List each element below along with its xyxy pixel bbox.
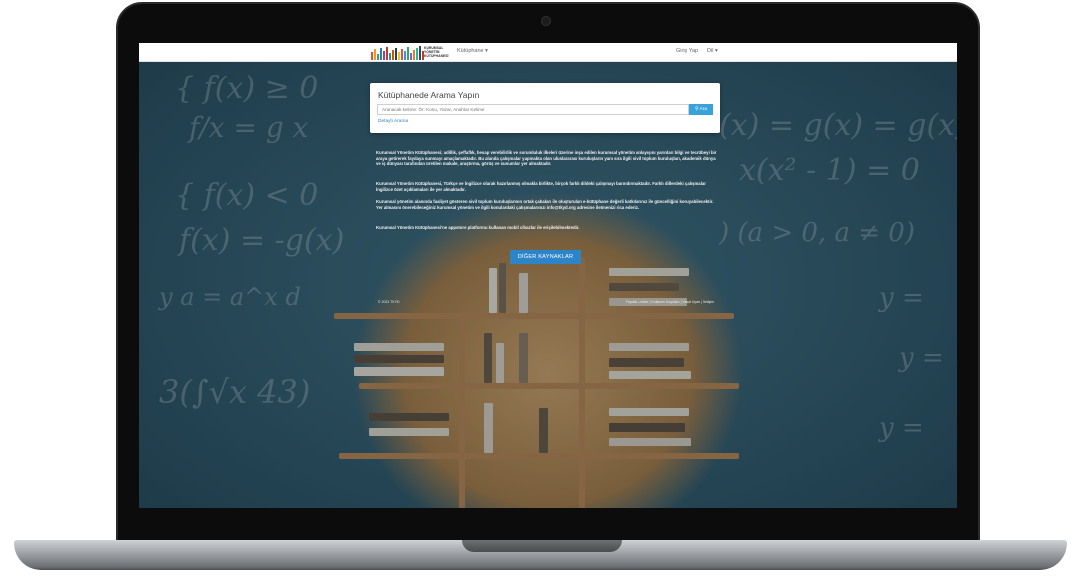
- search-button-label: Ara: [699, 107, 707, 112]
- top-navbar: KURUMSAL YÖNETİM KÜTÜPHANESİ Kütüphane ▾…: [139, 43, 957, 62]
- search-button[interactable]: ⚲ Ara: [689, 104, 713, 115]
- logo-text: KURUMSAL YÖNETİM KÜTÜPHANESİ: [424, 46, 449, 58]
- footer-links[interactable]: Faydalı Linkler | Kullanım Koşulları | Y…: [626, 300, 714, 304]
- search-card: Kütüphanede Arama Yapın ⚲ Ara Detaylı Ar…: [370, 83, 720, 133]
- browser-screen: { f(x) ≥ 0 f/x = g x { f(x) < 0 f(x) = -…: [139, 43, 957, 508]
- library-logo[interactable]: [371, 45, 424, 60]
- search-input[interactable]: [377, 104, 689, 115]
- footer-copyright: © 2021 TKYD: [378, 300, 400, 304]
- nav-login[interactable]: Giriş Yap: [676, 48, 698, 54]
- camera-icon: [541, 16, 551, 26]
- search-title: Kütüphanede Arama Yapın: [378, 90, 480, 100]
- search-icon: ⚲: [695, 107, 699, 112]
- nav-library-menu[interactable]: Kütüphane ▾: [457, 48, 488, 54]
- about-paragraph-1: Kurumsal Yönetim Kütüphanesi; adillik, ş…: [376, 150, 717, 167]
- advanced-search-link[interactable]: Detaylı Arama: [378, 119, 408, 124]
- about-paragraph-4: Kurumsal Yönetim Kütüphanesi'ne appstore…: [376, 225, 580, 230]
- other-resources-button[interactable]: DİĞER KAYNAKLAR: [510, 250, 581, 264]
- about-paragraph-2: Kurumsal Yönetim Kütüphanesi, Türkçe ve …: [376, 181, 706, 192]
- about-paragraph-3: Kurumsal yönetim alanında faaliyet göste…: [376, 199, 714, 210]
- laptop-notch: [462, 540, 622, 552]
- nav-language-menu[interactable]: Dil ▾: [707, 48, 718, 54]
